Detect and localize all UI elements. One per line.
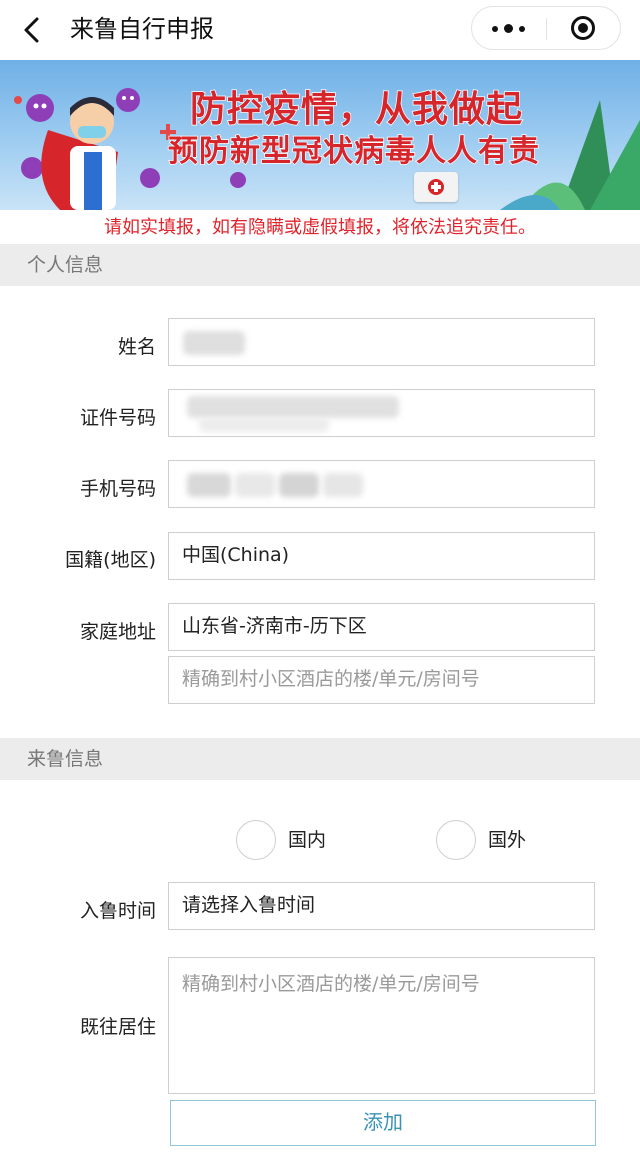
- radio-domestic-label: 国内: [288, 829, 327, 851]
- redacted-blur: [187, 473, 231, 497]
- past-residence-textarea[interactable]: 精确到村小区酒店的楼/单元/房间号: [168, 957, 595, 1094]
- close-miniprogram-button[interactable]: [547, 7, 620, 49]
- phone-field[interactable]: [168, 460, 595, 508]
- redacted-blur: [183, 331, 245, 355]
- home-address-region-field[interactable]: 山东省-济南市-历下区: [168, 603, 595, 651]
- redacted-blur: [323, 473, 363, 497]
- add-button[interactable]: 添加: [170, 1100, 596, 1146]
- redacted-blur: [235, 473, 275, 497]
- radio-overseas[interactable]: 国外: [436, 820, 536, 860]
- redacted-blur: [187, 396, 399, 418]
- arrival-time-picker[interactable]: 请选择入鲁时间: [168, 882, 595, 930]
- id-number-label: 证件号码: [79, 407, 156, 429]
- nationality-field[interactable]: 中国(China): [168, 532, 595, 580]
- home-address-label: 家庭地址: [79, 621, 156, 643]
- redacted-blur: [279, 473, 319, 497]
- nationality-label: 国籍(地区): [65, 549, 156, 571]
- banner-slogan-line1: 防控疫情，从我做起: [189, 88, 524, 131]
- name-field[interactable]: [168, 318, 595, 366]
- medical-kit-icon: [414, 172, 458, 202]
- home-address-detail-input[interactable]: 精确到村小区酒店的楼/单元/房间号: [168, 656, 595, 704]
- name-label: 姓名: [117, 336, 156, 358]
- page-title: 来鲁自行申报: [70, 15, 214, 43]
- more-button[interactable]: [472, 7, 546, 49]
- more-dots-icon: [492, 26, 498, 32]
- back-button[interactable]: [18, 14, 48, 46]
- radio-domestic[interactable]: 国内: [236, 820, 336, 860]
- epidemic-banner: 防控疫情，从我做起 预防新型冠状病毒人人有责: [0, 60, 640, 210]
- top-bar: 来鲁自行申报: [0, 0, 640, 60]
- section-header-personal: 个人信息: [0, 244, 640, 286]
- chevron-left-icon: [24, 17, 39, 43]
- id-number-field[interactable]: [168, 389, 595, 437]
- banner-slogan-line2: 预防新型冠状病毒人人有责: [167, 133, 540, 170]
- mini-program-capsule: [471, 6, 621, 50]
- phone-label: 手机号码: [79, 478, 156, 500]
- radio-circle-icon: [436, 820, 476, 860]
- arrival-time-label: 入鲁时间: [79, 900, 156, 922]
- past-residence-label: 既往居住: [79, 1016, 156, 1038]
- warning-notice: 请如实填报，如有隐瞒或虚假填报，将依法追究责任。: [104, 217, 536, 238]
- radio-circle-icon: [236, 820, 276, 860]
- radio-overseas-label: 国外: [488, 829, 527, 851]
- section-header-arrival: 来鲁信息: [0, 738, 640, 780]
- redacted-blur: [199, 418, 329, 432]
